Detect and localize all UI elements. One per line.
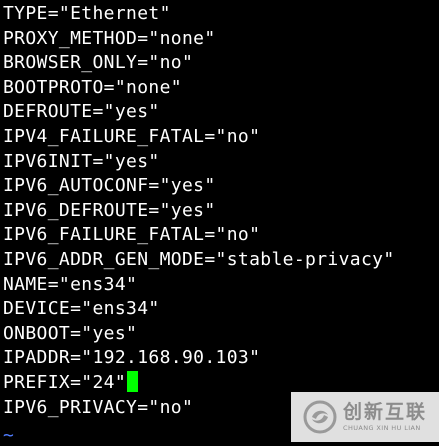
line-ipv4-failure-fatal: IPV4_FAILURE_FATAL="no"	[3, 125, 261, 147]
watermark-text: 创新互联 CHUANG XIN HU LIAN	[343, 401, 427, 433]
line-ipv6-failure-fatal: IPV6_FAILURE_FATAL="no"	[3, 224, 261, 246]
line-onboot: ONBOOT="yes"	[3, 322, 138, 344]
swirl-logo-icon	[303, 400, 337, 434]
line-prefix-text: PREFIX="24"	[3, 371, 127, 393]
line-device: DEVICE="ens34"	[3, 298, 160, 320]
line-ipv6-autoconf: IPV6_AUTOCONF="yes"	[3, 175, 216, 197]
line-browser-only: BROWSER_ONLY="no"	[3, 52, 194, 74]
line-bootproto: BOOTPROTO="none"	[3, 76, 182, 98]
line-ipv6init: IPV6INIT="yes"	[3, 150, 160, 172]
file-content[interactable]: TYPE="Ethernet" PROXY_METHOD="none" BROW…	[3, 2, 395, 420]
watermark: 创新互联 CHUANG XIN HU LIAN	[291, 392, 439, 442]
terminal-window[interactable]: TYPE="Ethernet" PROXY_METHOD="none" BROW…	[0, 0, 439, 446]
watermark-title: 创新互联	[343, 401, 428, 423]
line-defroute: DEFROUTE="yes"	[3, 101, 160, 123]
text-cursor	[127, 370, 139, 392]
line-type: TYPE="Ethernet"	[3, 3, 171, 24]
line-ipaddr: IPADDR="192.168.90.103"	[3, 347, 261, 369]
watermark-subtitle: CHUANG XIN HU LIAN	[343, 424, 421, 432]
empty-line-tilde: ~	[3, 425, 14, 446]
line-proxy-method: PROXY_METHOD="none"	[3, 27, 216, 49]
line-name: NAME="ens34"	[3, 273, 138, 295]
line-ipv6-addr-gen-mode: IPV6_ADDR_GEN_MODE="stable-privacy"	[3, 248, 395, 270]
line-ipv6-defroute: IPV6_DEFROUTE="yes"	[3, 199, 216, 221]
